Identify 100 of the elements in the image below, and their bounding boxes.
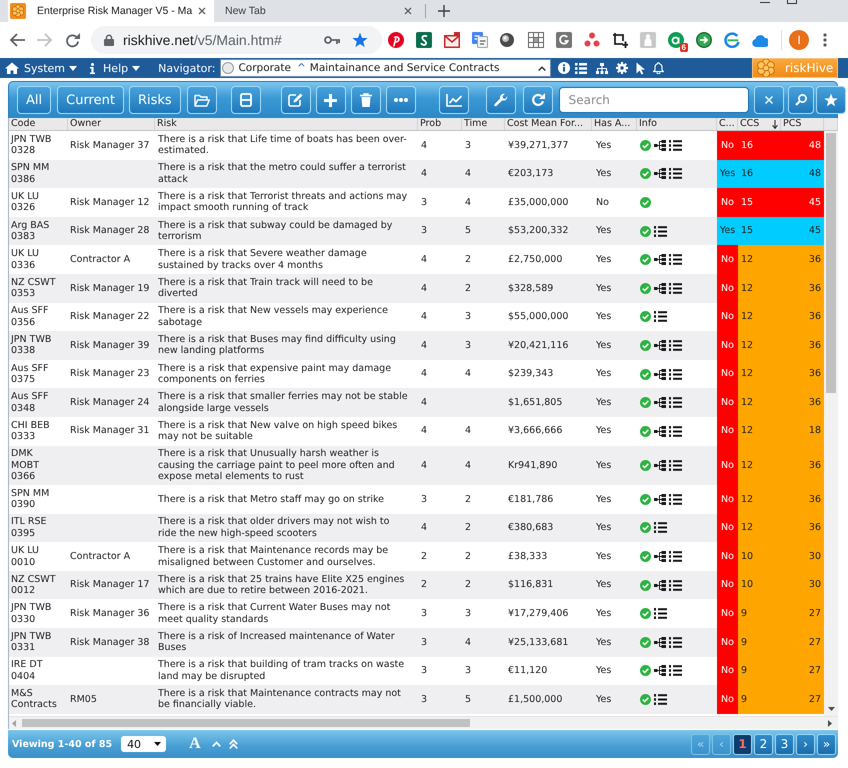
- hierarchy-icon[interactable]: [654, 494, 666, 505]
- column-header[interactable]: Risk: [155, 118, 418, 130]
- back-arrow-icon[interactable]: [9, 33, 25, 47]
- table-row[interactable]: NZ CSWT 0012 Risk Manager 17 There is a risk that 25 trains have Elite X25 engines which are due to retire between 2016-2021. 2 2 $116,831 Yes No 10 30: [9, 570, 824, 600]
- table-row[interactable]: DMK MOBT 0366 There is a risk that Unusually harsh weather is causing the carriage paint to peel more often and expose metal elements to rust 4 4 Kr941,890 Yes No 12 36: [9, 446, 824, 486]
- check-circle-icon[interactable]: [640, 340, 651, 351]
- numbered-list-icon[interactable]: [654, 226, 667, 237]
- chart-button[interactable]: [438, 86, 469, 114]
- hierarchy-icon[interactable]: [654, 140, 666, 151]
- tools-button[interactable]: [486, 86, 516, 114]
- table-row[interactable]: Aus SFF 0375 Risk Manager 23 There is a risk that expensive paint may damage components on ferries 4 4 $239,343 Yes No 12 36: [9, 360, 824, 388]
- numbered-list-icon[interactable]: [669, 494, 682, 505]
- check-circle-icon[interactable]: [640, 368, 651, 380]
- double-chevron-up-icon[interactable]: [228, 739, 238, 749]
- column-header[interactable]: Time: [462, 118, 505, 130]
- cloud-icon[interactable]: [752, 33, 768, 47]
- numbered-list-icon[interactable]: [669, 636, 682, 648]
- horizontal-scrollbar[interactable]: [9, 716, 838, 729]
- table-row[interactable]: SPN MM 0386 There is a risk that the metro could suffer a terrorist attack 4 4 €203,173 Yes Yes 16 48: [9, 160, 824, 188]
- menu-icon[interactable]: [823, 33, 827, 47]
- hierarchy-icon[interactable]: [654, 168, 666, 180]
- more-button[interactable]: [386, 86, 416, 114]
- favourite-button[interactable]: [816, 86, 846, 114]
- address-field[interactable]: riskhive.net/v5/Main.htm#: [91, 26, 382, 54]
- check-circle-icon[interactable]: [640, 282, 651, 294]
- numbered-list-icon[interactable]: [669, 551, 682, 562]
- table-row[interactable]: Arg BAS 0383 Risk Manager 28 There is a risk that subway could be damaged by terrorism 3 5 $53,200,332 Yes Yes 15 45: [9, 216, 824, 246]
- numbered-list-icon[interactable]: [669, 368, 682, 380]
- browser-tab[interactable]: New Tab: [214, 0, 420, 22]
- page-size-select[interactable]: 40: [121, 736, 166, 752]
- menu-button[interactable]: Help: [90, 59, 140, 77]
- view-button[interactable]: Risks: [128, 86, 181, 114]
- refresh-button[interactable]: [522, 86, 553, 114]
- numbered-list-icon[interactable]: [669, 665, 682, 676]
- key-icon[interactable]: [324, 36, 340, 44]
- page-button[interactable]: 1: [733, 734, 752, 754]
- numbered-list-icon[interactable]: [654, 608, 667, 620]
- hierarchy-icon[interactable]: [654, 282, 666, 294]
- check-circle-icon[interactable]: [640, 580, 651, 591]
- swirl-icon[interactable]: [724, 32, 740, 48]
- table-row[interactable]: UK LU 0010 Contractor A There is a risk that Maintenance records may be misaligned between Customer and ourselves. 2 2 £38,333 Yes No 10 30: [9, 542, 824, 571]
- bell-icon[interactable]: [653, 62, 664, 74]
- scroll-right-icon[interactable]: [828, 720, 832, 726]
- clear-button[interactable]: [754, 86, 784, 114]
- maximize-icon[interactable]: [787, 0, 797, 4]
- grid-icon[interactable]: [528, 32, 544, 48]
- hierarchy-icon[interactable]: [654, 580, 666, 591]
- scroll-down-icon[interactable]: [828, 707, 834, 711]
- table-row[interactable]: UK LU 0326 Risk Manager 12 There is a risk that Terrorist threats and actions may impact smooth running of track 3 4 £35,000,000 No No 15 45: [9, 188, 824, 217]
- numbered-list-icon[interactable]: [669, 580, 682, 591]
- scrollbar-thumb[interactable]: [22, 719, 470, 727]
- menu-button[interactable]: System: [5, 59, 78, 77]
- page-button[interactable]: 3: [775, 734, 794, 754]
- column-header[interactable]: C...: [717, 118, 738, 130]
- chevron-up-icon[interactable]: [538, 66, 546, 70]
- hierarchy-icon[interactable]: [654, 426, 666, 437]
- column-header[interactable]: Prob: [418, 118, 462, 130]
- page-button[interactable]: 2: [754, 734, 773, 754]
- hierarchy-icon[interactable]: [654, 551, 666, 562]
- numbered-list-icon[interactable]: [669, 140, 682, 151]
- hierarchy-icon[interactable]: [654, 636, 666, 648]
- table-row[interactable]: JPN TWB 0338 Risk Manager 39 There is a risk that Buses may find difficulty using new landing platforms 4 3 ¥20,421,116 Yes No 12 36: [9, 331, 824, 360]
- check-circle-icon[interactable]: [640, 168, 651, 180]
- hierarchy-icon[interactable]: [654, 460, 666, 471]
- table-row[interactable]: UK LU 0336 Contractor A There is a risk that Severe weather damage sustained by tracks over 4 months 4 2 £2,750,000 Yes No 12 36: [9, 245, 824, 274]
- sort-arrow-icon[interactable]: [772, 120, 778, 128]
- layout-button[interactable]: [230, 86, 261, 114]
- navigator-field[interactable]: Corporate ^ Maintainance and Service Contracts: [220, 59, 552, 77]
- numbered-list-icon[interactable]: [669, 254, 682, 266]
- column-header[interactable]: Cost Mean For...: [505, 118, 592, 130]
- table-row[interactable]: Aus SFF 0356 Risk Manager 22 There is a risk that New vessels may experience sabotage 4 3 $55,000,000 Yes No 12 36: [9, 302, 824, 332]
- info-icon[interactable]: [558, 62, 570, 74]
- reload-icon[interactable]: [65, 32, 80, 48]
- column-header[interactable]: Owner: [68, 118, 155, 130]
- numbered-list-icon[interactable]: [669, 282, 682, 294]
- edit-button[interactable]: [280, 86, 311, 114]
- table-row[interactable]: NZ CSWT 0353 Risk Manager 19 There is a risk that Train track will need to be diverted 4 2 $328,589 Yes No 12 36: [9, 274, 824, 303]
- table-row[interactable]: ITL RSE 0395 There is a risk that older drivers may not wish to ride the new high-speed scooters 4 2 €380,683 Yes No 12 36: [9, 514, 824, 542]
- square-logo-icon[interactable]: [416, 32, 432, 48]
- browser-tab[interactable]: Enterprise Risk Manager V5 - Ma: [8, 0, 214, 22]
- add-button[interactable]: [316, 86, 346, 114]
- check-circle-icon[interactable]: [640, 636, 651, 648]
- column-header[interactable]: Has A...: [592, 118, 637, 130]
- list-icon[interactable]: [575, 62, 588, 74]
- sitemap-icon[interactable]: [596, 62, 608, 74]
- check-circle-icon[interactable]: [640, 196, 651, 208]
- sphere-icon[interactable]: [500, 33, 516, 47]
- check-circle-icon[interactable]: [640, 522, 651, 534]
- hierarchy-icon[interactable]: [654, 397, 666, 408]
- arrow-circle-icon[interactable]: [696, 32, 712, 48]
- settings-icon[interactable]: [616, 62, 628, 74]
- view-button[interactable]: All: [17, 86, 52, 114]
- numbered-list-icon[interactable]: [669, 168, 682, 180]
- check-circle-icon[interactable]: [640, 608, 651, 620]
- documents-icon[interactable]: [472, 32, 488, 48]
- dots-icon[interactable]: [584, 32, 600, 48]
- numbered-list-icon[interactable]: [654, 694, 667, 705]
- vertical-scrollbar[interactable]: [824, 131, 838, 716]
- numbered-list-icon[interactable]: [654, 522, 667, 534]
- close-icon[interactable]: [198, 7, 206, 15]
